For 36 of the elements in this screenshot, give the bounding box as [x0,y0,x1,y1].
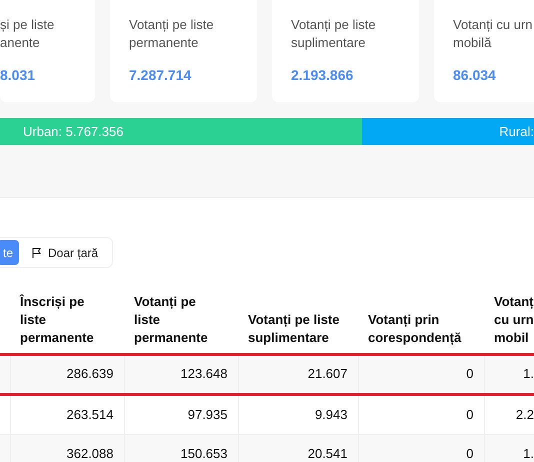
card-label: Votanți pe liste [291,16,377,34]
table-cell: 21.607 [308,366,348,382]
card-value: 86.034 [453,66,497,85]
table-cell: 362.088 [66,446,114,462]
table-cell: 0 [466,446,474,462]
card-value: 2.193.866 [291,66,354,85]
card-label: Votanți pe liste [129,16,215,34]
table-cell: 0 [466,406,474,422]
card-label: permanente [129,34,200,52]
bar-label: Rural: [499,122,534,141]
column-header: Votanț cu urn mobil [494,292,534,346]
table-cell: 20.541 [308,446,348,462]
column-header: Votanți pe liste permanente [134,292,209,346]
table-cell: 0 [466,366,474,382]
table-cell: 1. [523,366,534,382]
table-cell: 9.943 [314,406,348,422]
table-cell: 263.514 [66,406,114,422]
card-label: anente [0,34,41,52]
column-header: Votanți pe liste suplimentare [248,310,340,346]
card-label: Votanți cu urn [453,16,534,34]
flag-icon [31,246,44,258]
table-cell: 286.639 [66,366,114,382]
table-cell: 2.2 [516,406,534,422]
table-cell: 1. [523,446,534,462]
table-cell: 97.935 [188,406,228,422]
card-value: 8.031 [0,66,36,85]
filter-toggle[interactable]: Doar țară [25,240,104,265]
table-cell: 123.648 [180,366,228,382]
bar-label: Urban: 5.767.356 [23,122,124,141]
column-header: Votanți prin corespondență [368,310,462,346]
card-label: suplimentare [291,34,366,52]
card-label: mobilă [453,34,492,52]
card-value: 7.287.714 [129,66,192,85]
column-header: Înscriși pe liste permanente [20,292,95,346]
card-label: și pe liste [0,16,56,34]
table-cell: 150.653 [180,446,228,462]
